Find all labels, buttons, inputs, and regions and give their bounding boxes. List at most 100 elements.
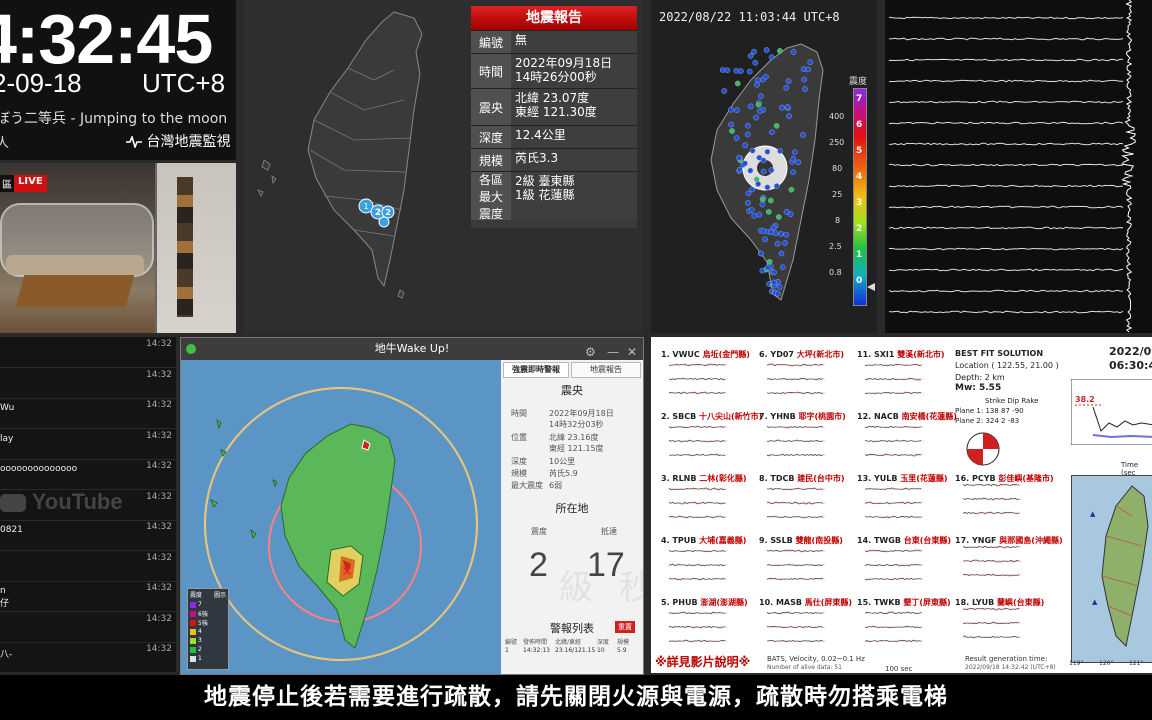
chat-time: 14:32 bbox=[146, 552, 172, 563]
max-intensity-label: 最大震度 bbox=[511, 481, 543, 490]
station-dot bbox=[787, 211, 794, 218]
station-code: SSLB bbox=[770, 536, 793, 545]
alert-table-header: 北緯/東經 bbox=[555, 639, 582, 646]
chat-time: 14:32 bbox=[146, 522, 172, 532]
chat-message: 14:32 oooooooooooooo bbox=[0, 459, 176, 490]
chat-time: 14:32 bbox=[146, 583, 172, 593]
station-place: 耶字(桃園市) bbox=[798, 412, 846, 421]
chat-message: 14:32 lay bbox=[0, 429, 176, 460]
station-dot bbox=[802, 86, 808, 92]
station-dot bbox=[753, 176, 760, 183]
station-dot bbox=[767, 197, 774, 204]
chat-message: 14:32 bbox=[0, 368, 176, 399]
chat-time: 14:32 bbox=[146, 430, 172, 441]
svg-text:▲: ▲ bbox=[1090, 510, 1096, 518]
local-intensity-value: 2 bbox=[529, 546, 548, 584]
tab-warning[interactable]: 強震即時警報 bbox=[503, 362, 569, 378]
report-row-value: 無 bbox=[511, 31, 637, 53]
now-playing-artist: 人 bbox=[0, 136, 10, 151]
station-trace bbox=[962, 621, 1020, 625]
station-dot bbox=[783, 84, 790, 91]
station-code: TDCB bbox=[770, 474, 795, 483]
station-label: 6. YD07 大坪(新北市) bbox=[759, 349, 844, 360]
report-row: 深度 12.4公里 bbox=[471, 125, 637, 148]
report-header: 地震報告 bbox=[471, 6, 637, 30]
position-label: 位置 bbox=[511, 433, 527, 442]
scale-level: 5 bbox=[856, 146, 863, 156]
beachball-icon bbox=[966, 432, 1000, 466]
chat-time: 14:32 bbox=[146, 613, 172, 624]
station-dot bbox=[762, 236, 768, 243]
station-code: YD07 bbox=[770, 350, 794, 359]
station-dot bbox=[754, 81, 760, 88]
waveform-trace bbox=[888, 79, 1124, 83]
alert-table-cell: 23.16/121.15 bbox=[555, 647, 596, 654]
station-dot bbox=[733, 135, 740, 141]
waveform-trace bbox=[888, 16, 1124, 20]
report-row-label: 編號 bbox=[471, 31, 511, 53]
station-dot bbox=[724, 67, 731, 74]
bfs-mw: Mw: 5.55 bbox=[955, 383, 1002, 393]
legend-levels: 7 6強 5強 4 3 2 1 bbox=[188, 600, 228, 663]
reset-button[interactable]: 重置 bbox=[615, 621, 635, 633]
arrival-label: 抵達 bbox=[601, 527, 617, 536]
station-dot bbox=[756, 154, 763, 161]
station-dot bbox=[805, 66, 811, 73]
report-row-value: 2022年09月18日 14時26分00秒 bbox=[511, 54, 637, 88]
report-row: 編號無 bbox=[471, 30, 637, 53]
svg-text:✕: ✕ bbox=[341, 564, 353, 580]
magnitude-label: 規模 bbox=[511, 469, 527, 478]
legend-level: 4 bbox=[188, 627, 228, 636]
legend-swatch bbox=[190, 655, 196, 662]
scale-level: 3 bbox=[856, 198, 863, 208]
waveform-traces bbox=[888, 0, 1136, 333]
station-place: 台東(台東縣) bbox=[903, 536, 952, 545]
station-dot bbox=[742, 160, 748, 167]
station-dot bbox=[753, 114, 759, 121]
now-playing-song: ぼう二等兵 - Jumping to the moon bbox=[0, 111, 228, 127]
status-dot-icon bbox=[186, 344, 196, 354]
legend-level-label: 7 bbox=[198, 601, 202, 608]
report-row-value: 2級 臺東縣 1級 花蓮縣 bbox=[511, 172, 637, 220]
station-dot bbox=[758, 250, 765, 257]
station-dot bbox=[775, 214, 782, 220]
waveform-trace bbox=[889, 100, 1124, 104]
legend-level-label: 4 bbox=[198, 628, 202, 635]
station-dot bbox=[807, 59, 814, 66]
station-dot bbox=[790, 169, 796, 176]
station-dot bbox=[756, 108, 763, 115]
station-dot bbox=[759, 196, 766, 203]
station-dot bbox=[768, 229, 774, 235]
legend-level: 3 bbox=[188, 636, 228, 645]
station-num: 4. bbox=[661, 536, 670, 545]
legend-level-label: 2 bbox=[198, 646, 202, 653]
station-code: VWUC bbox=[672, 350, 700, 359]
station-code: SXI1 bbox=[873, 350, 895, 359]
chat-time: 14:32 bbox=[146, 491, 172, 502]
report-row-label: 深度 bbox=[471, 126, 511, 148]
waveform-trace bbox=[888, 121, 1124, 125]
scale-pga: 0.8 bbox=[829, 268, 842, 277]
scale-level: 7 bbox=[856, 94, 863, 104]
station-dot bbox=[786, 113, 792, 120]
intensity-legend-title: 震度 bbox=[849, 77, 868, 87]
station-dot bbox=[746, 68, 753, 75]
station-num: 15. bbox=[857, 598, 872, 607]
clock-timezone: UTC+8 bbox=[142, 68, 226, 98]
report-row-value: 12.4公里 bbox=[511, 126, 637, 148]
station-dot bbox=[788, 186, 795, 193]
station-waveform-traces-b bbox=[962, 483, 1021, 639]
detail-link[interactable]: ※詳見影片說明※ bbox=[655, 653, 750, 670]
station-num: 5. bbox=[661, 598, 670, 607]
report-row: 震央 北緯 23.07度 東經 121.30度 bbox=[471, 88, 637, 125]
waveform-trace bbox=[888, 226, 1124, 230]
station-place: 建民(台中市) bbox=[797, 474, 845, 483]
footer-scale: 100 sec bbox=[885, 665, 913, 673]
station-num: 3. bbox=[661, 474, 670, 483]
longitude-tick: 119° bbox=[1069, 660, 1084, 667]
station-dot bbox=[773, 183, 780, 189]
waveform-trace bbox=[888, 205, 1124, 209]
station-place: 大埔(嘉義縣) bbox=[699, 536, 747, 545]
tab-report[interactable]: 地震報告 bbox=[571, 362, 641, 378]
report-row: 各區 最大 震度 2級 臺東縣 1級 花蓮縣 bbox=[471, 171, 637, 221]
